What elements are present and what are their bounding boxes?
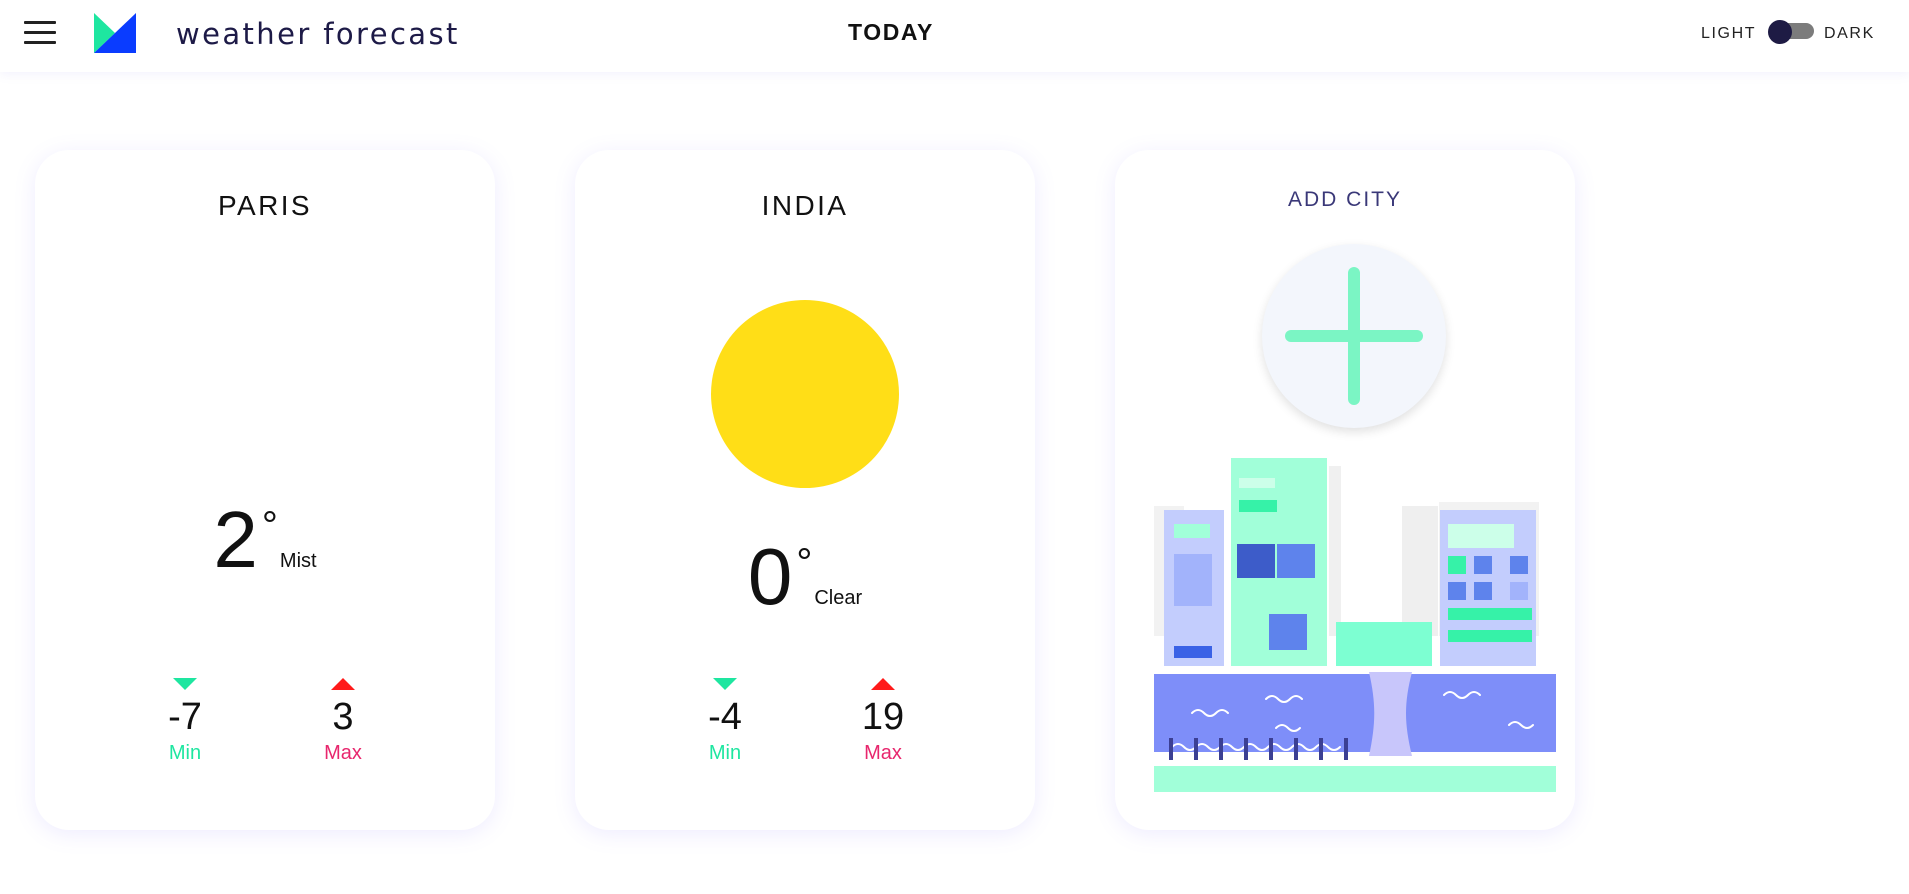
menu-line	[24, 21, 56, 24]
app-title: weather forecast	[176, 17, 460, 51]
max-temperature: 3 Max	[283, 678, 403, 765]
arrow-up-icon	[331, 678, 355, 690]
degree-symbol: °	[796, 541, 813, 585]
add-city-button[interactable]	[1262, 244, 1446, 428]
max-temperature: 19 Max	[823, 678, 943, 765]
city-name: INDIA	[761, 190, 849, 221]
degree-symbol: °	[261, 504, 278, 548]
add-city-title: ADD CITY	[1287, 188, 1402, 211]
city-card-paris[interactable]: PARIS 2 °Mist -7 Min 3 Max	[35, 150, 495, 830]
min-label: Min	[708, 742, 742, 764]
theme-light-label: LIGHT	[1701, 25, 1757, 42]
max-value: 19	[861, 696, 905, 738]
menu-line	[24, 31, 56, 34]
city-name: PARIS	[218, 190, 312, 221]
weather-condition: Mist	[279, 550, 317, 572]
temperature-display: 2 °Mist	[35, 500, 495, 580]
weather-condition: Clear	[814, 587, 863, 609]
max-label: Max	[324, 742, 362, 764]
city-card-india[interactable]: INDIA 0 °Clear -4 Min 19 Max	[575, 150, 1035, 830]
plus-icon-bar	[1285, 330, 1423, 342]
temperature-display: 0 °Clear	[575, 537, 1035, 617]
sun-icon	[711, 300, 899, 488]
min-temperature: -7 Min	[125, 678, 245, 765]
hamburger-menu-icon[interactable]	[24, 20, 56, 44]
min-temperature: -4 Min	[665, 678, 785, 765]
min-value: -7	[168, 696, 202, 738]
arrow-down-icon	[713, 678, 737, 690]
theme-dark-label: DARK	[1824, 25, 1875, 42]
min-label: Min	[168, 742, 202, 764]
max-label: Max	[864, 742, 902, 764]
temperature-value: 0	[747, 532, 793, 621]
city-skyline-illustration	[1154, 458, 1556, 792]
arrow-down-icon	[173, 678, 197, 690]
temperature-value: 2	[213, 495, 258, 584]
add-city-card[interactable]: ADD CITY	[1115, 150, 1575, 830]
toggle-knob	[1768, 20, 1792, 44]
today-label[interactable]: TODAY	[848, 19, 934, 46]
min-value: -4	[708, 696, 742, 738]
app-header: weather forecast TODAY LIGHT DARK	[0, 0, 1909, 72]
max-value: 3	[332, 696, 354, 738]
theme-toggle[interactable]	[1768, 20, 1816, 44]
arrow-up-icon	[871, 678, 895, 690]
app-logo-icon	[94, 13, 136, 53]
menu-line	[24, 41, 56, 44]
